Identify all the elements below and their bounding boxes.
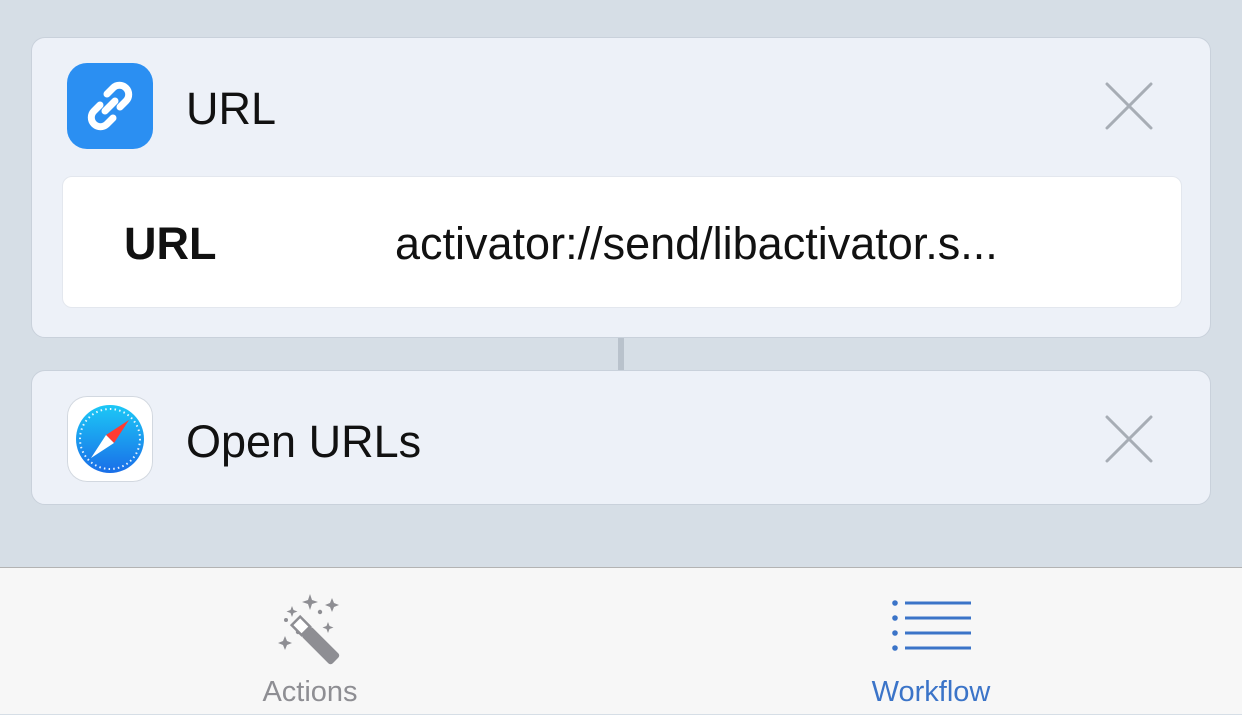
remove-action-button[interactable] [1105,82,1153,130]
tab-workflow[interactable]: Workflow [781,568,1081,715]
url-value-field[interactable]: activator://send/libactivator.s... [395,221,1155,266]
tab-actions[interactable]: Actions [160,568,460,715]
remove-action-button[interactable] [1105,415,1153,463]
open-urls-action-card[interactable]: Open URLs [31,370,1211,505]
tab-label: Workflow [871,676,991,708]
url-parameter-row[interactable]: URL activator://send/libactivator.s... [62,176,1182,308]
magic-wand-icon [260,582,360,672]
link-icon [67,63,153,149]
close-icon [1105,82,1153,130]
list-icon [881,582,981,672]
parameter-label: URL [124,218,217,269]
close-icon [1105,415,1153,463]
url-action-card[interactable]: URL URL activator://send/libactivator.s.… [31,37,1211,338]
action-title: URL [186,83,277,134]
tab-label: Actions [262,676,358,708]
action-connector [618,338,624,370]
safari-compass-icon [67,396,153,482]
tab-bar: Actions Workflow [0,567,1242,714]
action-title: Open URLs [186,416,422,467]
